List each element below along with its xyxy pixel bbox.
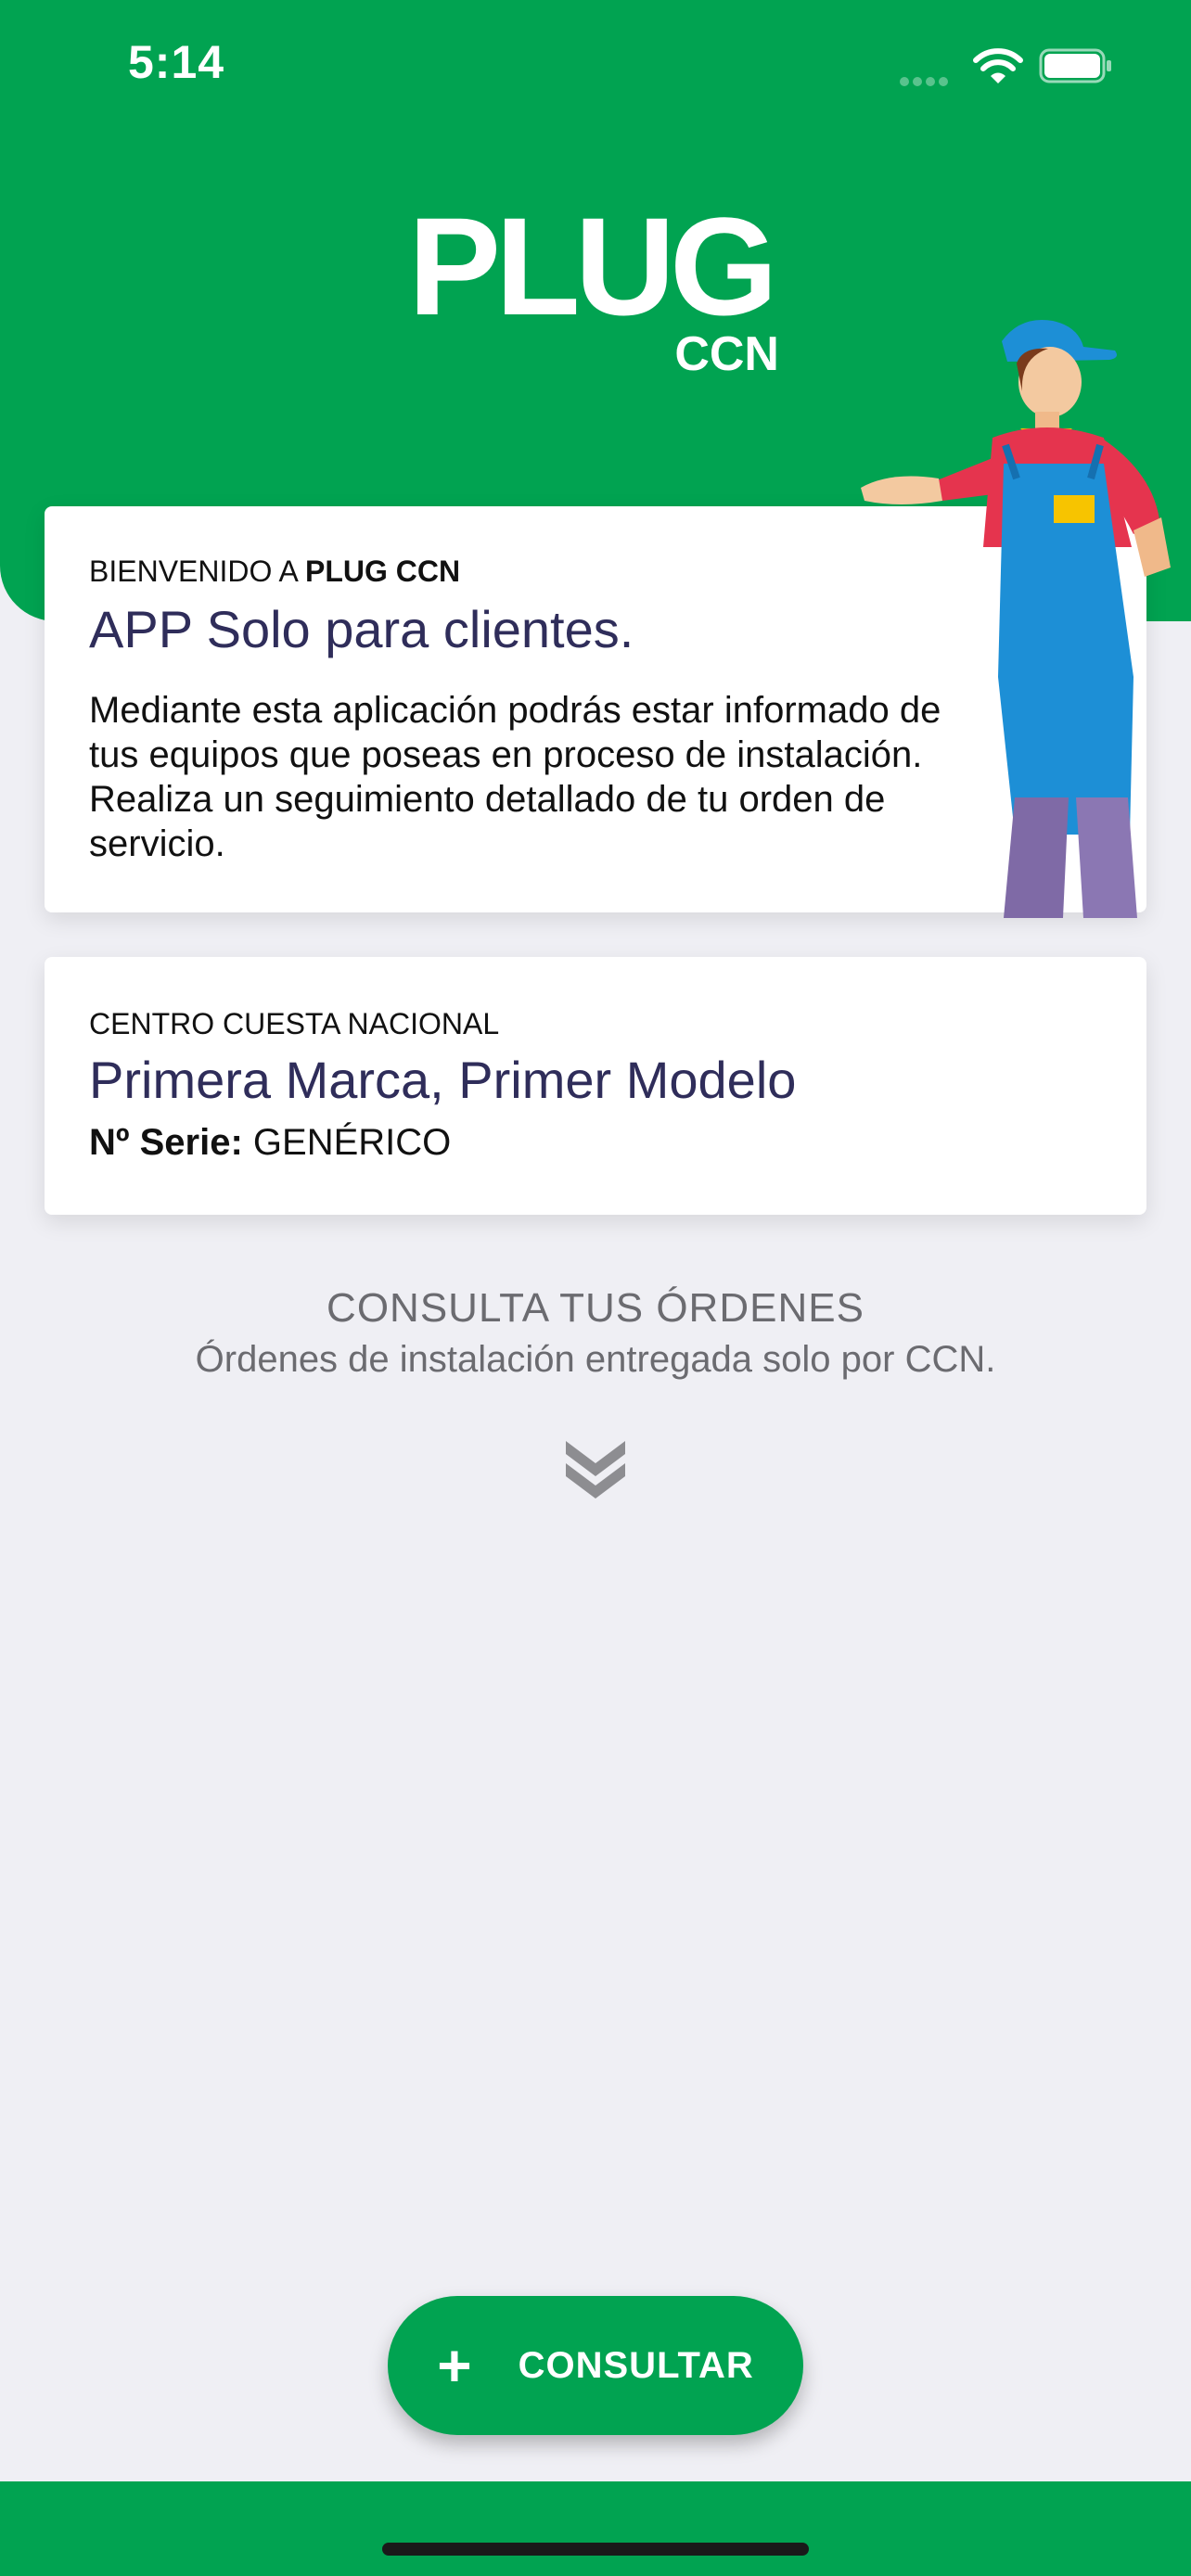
home-indicator[interactable]: [382, 2543, 809, 2556]
cellular-signal-icon: [900, 74, 959, 86]
plug-ccn-logo: PLUG CCN: [408, 188, 779, 382]
serial-label: Nº Serie:: [89, 1122, 243, 1163]
welcome-brand: PLUG CCN: [304, 555, 461, 588]
consult-title: CONSULTA TUS ÓRDENES: [327, 1285, 864, 1331]
double-chevron-down-icon: [566, 1441, 625, 1498]
product-name: Primera Marca, Primer Modelo: [89, 1051, 797, 1109]
bottom-bar: [0, 2481, 1191, 2576]
logo-sub: CCN: [674, 327, 779, 381]
equipment-card[interactable]: CENTRO CUESTA NACIONAL Primera Marca, Pr…: [45, 957, 1146, 1215]
serial-value: GENÉRICO: [242, 1122, 452, 1163]
wifi-icon: [973, 48, 1023, 83]
plus-icon: +: [437, 2332, 472, 2399]
status-bar: 5:14: [0, 0, 1191, 139]
welcome-title: APP Solo para clientes.: [89, 600, 634, 658]
serial-number: Nº Serie: GENÉRICO: [89, 1122, 451, 1164]
status-time: 5:14: [128, 36, 225, 88]
consultar-button[interactable]: + CONSULTAR: [388, 2296, 803, 2435]
welcome-label: BIENVENIDO A PLUG CCN: [89, 555, 461, 588]
logo-word: PLUG: [408, 188, 778, 344]
technician-mascot-illustration: [861, 319, 1171, 918]
consultar-label: CONSULTAR: [518, 2344, 754, 2386]
battery-icon: [1039, 48, 1111, 83]
center-label: CENTRO CUESTA NACIONAL: [89, 1007, 500, 1040]
consult-subtitle: Órdenes de instalación entregada solo po…: [195, 1339, 996, 1380]
